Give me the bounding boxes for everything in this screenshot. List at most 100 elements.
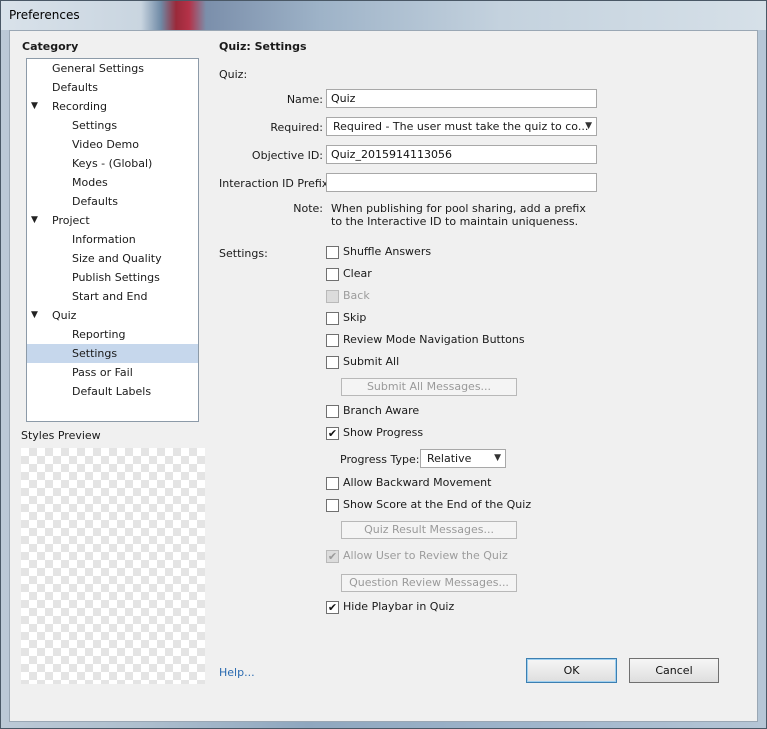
- category-item[interactable]: Keys - (Global): [27, 154, 198, 173]
- category-item-label: Video Demo: [72, 138, 139, 151]
- checkbox-label: Show Progress: [343, 426, 424, 439]
- category-item[interactable]: ▼ Quiz: [27, 306, 198, 325]
- chevron-down-icon: ▼: [494, 453, 501, 463]
- chevron-down-icon: ▼: [585, 121, 592, 131]
- category-item-label: Size and Quality: [72, 252, 162, 265]
- submit-all-messages-button[interactable]: Submit All Messages...: [341, 378, 517, 396]
- category-item[interactable]: ▼ Recording: [27, 97, 198, 116]
- checkbox: [326, 290, 339, 303]
- category-item[interactable]: Settings: [27, 344, 198, 363]
- category-item[interactable]: General Settings: [27, 59, 198, 78]
- check-icon: ✔: [327, 601, 338, 614]
- category-item[interactable]: Video Demo: [27, 135, 198, 154]
- dialog-client-area: Category General Settings Defaults ▼ Record…: [9, 30, 758, 722]
- name-label: Name:: [286, 93, 323, 106]
- expand-triangle-icon[interactable]: ▼: [31, 211, 38, 230]
- checkbox[interactable]: [326, 477, 339, 490]
- checkbox-label: Submit All: [343, 355, 400, 368]
- cancel-button[interactable]: Cancel: [629, 658, 719, 683]
- category-item-label: Pass or Fail: [72, 366, 133, 379]
- expand-triangle-icon[interactable]: ▼: [31, 306, 38, 325]
- category-item[interactable]: Information: [27, 230, 198, 249]
- category-item[interactable]: Start and End: [27, 287, 198, 306]
- note-line-1: When publishing for pool sharing, add a …: [331, 202, 586, 215]
- panel-title: Quiz: Settings: [219, 40, 307, 53]
- category-item[interactable]: Size and Quality: [27, 249, 198, 268]
- name-input[interactable]: [326, 89, 597, 108]
- category-item-label: Defaults: [72, 195, 118, 208]
- checkbox-label: Show Score at the End of the Quiz: [343, 498, 532, 511]
- category-item-label: Settings: [72, 119, 118, 132]
- checkbox[interactable]: [326, 405, 339, 418]
- checkbox-label: Shuffle Answers: [343, 245, 432, 258]
- progress-type-label: Progress Type:: [340, 453, 420, 466]
- category-item-label: Start and End: [72, 290, 148, 303]
- checkbox[interactable]: [326, 268, 339, 281]
- category-item-label: Default Labels: [72, 385, 152, 398]
- category-item-label: Settings: [72, 347, 118, 360]
- styles-preview-label: Styles Preview: [21, 429, 101, 442]
- category-item-label: General Settings: [52, 62, 144, 75]
- progress-type-value: Relative: [427, 452, 472, 465]
- category-item-label: Publish Settings: [72, 271, 160, 284]
- checkbox-label: Hide Playbar in Quiz: [343, 600, 455, 613]
- checkbox-label: Allow Backward Movement: [343, 476, 492, 489]
- category-item[interactable]: Publish Settings: [27, 268, 198, 287]
- checkbox-label: Skip: [343, 311, 367, 324]
- note-text: When publishing for pool sharing, add a …: [331, 202, 611, 228]
- category-item[interactable]: Defaults: [27, 78, 198, 97]
- category-item-label: Information: [72, 233, 136, 246]
- category-item[interactable]: Default Labels: [27, 382, 198, 401]
- category-item[interactable]: Defaults: [27, 192, 198, 211]
- checkbox[interactable]: [326, 312, 339, 325]
- category-item-label: Defaults: [52, 81, 98, 94]
- settings-label: Settings:: [219, 247, 268, 260]
- window-title: Preferences: [9, 8, 80, 22]
- preferences-window: Preferences Category General Settings Def…: [0, 0, 767, 729]
- checkbox: ✔: [326, 550, 339, 563]
- category-item-label: Reporting: [72, 328, 126, 341]
- note-line-2: to the Interactive ID to maintain unique…: [331, 215, 579, 228]
- checkbox-label: Clear: [343, 267, 372, 280]
- category-item[interactable]: Pass or Fail: [27, 363, 198, 382]
- checkbox[interactable]: ✔: [326, 601, 339, 614]
- category-item[interactable]: ▼ Project: [27, 211, 198, 230]
- title-bar[interactable]: Preferences: [1, 1, 766, 30]
- checkbox[interactable]: [326, 246, 339, 259]
- interaction-prefix-input[interactable]: [326, 173, 597, 192]
- category-item[interactable]: Settings: [27, 116, 198, 135]
- checkbox-label: Back: [343, 289, 370, 302]
- interaction-prefix-label: Interaction ID Prefix:: [219, 177, 333, 190]
- styles-preview: [21, 448, 205, 684]
- category-tree[interactable]: General Settings Defaults ▼ Recording Settin…: [26, 58, 199, 422]
- category-item-label: Project: [52, 214, 90, 227]
- category-item-label: Keys - (Global): [72, 157, 153, 170]
- note-label: Note:: [293, 202, 323, 215]
- checkbox-label: Allow User to Review the Quiz: [343, 549, 508, 562]
- checkbox-label: Branch Aware: [343, 404, 420, 417]
- category-header: Category: [22, 40, 79, 53]
- ok-button[interactable]: OK: [526, 658, 617, 683]
- checkbox-label: Review Mode Navigation Buttons: [343, 333, 525, 346]
- checkbox[interactable]: [326, 334, 339, 347]
- help-link[interactable]: Help...: [219, 666, 255, 679]
- checkbox[interactable]: [326, 356, 339, 369]
- category-item-label: Quiz: [52, 309, 77, 322]
- objective-id-label: Objective ID:: [251, 149, 323, 162]
- category-item-label: Recording: [52, 100, 108, 113]
- checkbox[interactable]: [326, 499, 339, 512]
- expand-triangle-icon[interactable]: ▼: [31, 97, 38, 116]
- quiz-section-label: Quiz:: [219, 68, 248, 81]
- objective-id-input[interactable]: [326, 145, 597, 164]
- category-item[interactable]: Reporting: [27, 325, 198, 344]
- check-icon: ✔: [327, 550, 338, 563]
- required-dropdown[interactable]: Required - The user must take the quiz t…: [326, 117, 597, 136]
- required-value: Required - The user must take the quiz t…: [333, 120, 589, 133]
- progress-type-dropdown[interactable]: Relative ▼: [420, 449, 506, 468]
- question-review-messages-button[interactable]: Question Review Messages...: [341, 574, 517, 592]
- category-item[interactable]: Modes: [27, 173, 198, 192]
- checkbox[interactable]: ✔: [326, 427, 339, 440]
- quiz-result-messages-button[interactable]: Quiz Result Messages...: [341, 521, 517, 539]
- required-label: Required:: [270, 121, 323, 134]
- check-icon: ✔: [327, 427, 338, 440]
